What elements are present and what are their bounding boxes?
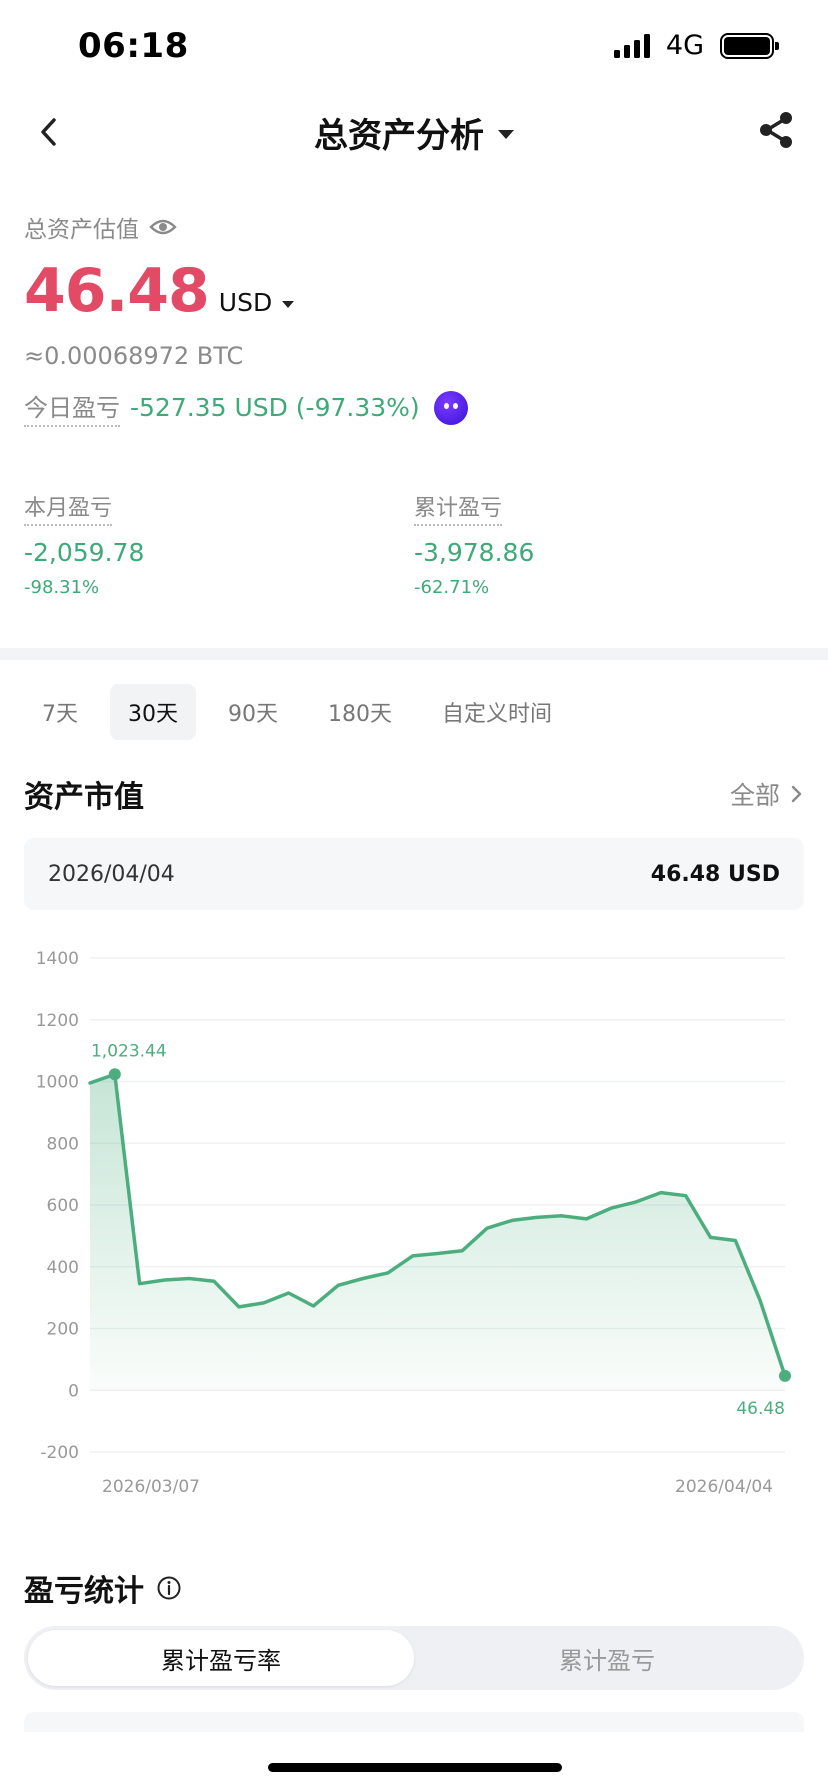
x-end-label: 2026/04/04 bbox=[675, 1477, 773, 1497]
data-label: 46.48 bbox=[736, 1399, 785, 1419]
y-tick-label: 600 bbox=[47, 1196, 79, 1216]
y-tick-label: 800 bbox=[47, 1134, 79, 1154]
data-label: 1,023.44 bbox=[91, 1041, 167, 1061]
share-button[interactable] bbox=[754, 108, 798, 152]
month-pnl-label[interactable]: 本月盈亏 bbox=[24, 490, 113, 526]
chart-area-fill bbox=[90, 1074, 785, 1391]
share-icon bbox=[760, 112, 792, 148]
asset-value-title: 资产市值 bbox=[24, 780, 144, 815]
y-tick-label: -200 bbox=[40, 1443, 79, 1463]
selected-value: 46.48 USD bbox=[650, 861, 780, 887]
chevron-right-icon bbox=[791, 785, 802, 803]
tab-30d[interactable]: 30天 bbox=[110, 684, 196, 740]
tab-7d[interactable]: 7天 bbox=[24, 684, 96, 740]
pnl-segmented-control: 累计盈亏率 累计盈亏 bbox=[24, 1626, 804, 1690]
tab-custom[interactable]: 自定义时间 bbox=[424, 684, 570, 740]
month-pnl-value: -2,059.78 bbox=[24, 538, 145, 567]
status-bar: 06:18 4G bbox=[0, 0, 828, 94]
mascot-icon[interactable] bbox=[433, 390, 468, 425]
currency-selector[interactable]: USD bbox=[218, 288, 295, 317]
seg-cumulative-rate[interactable]: 累计盈亏率 bbox=[28, 1630, 414, 1686]
pnl-stats-title: 盈亏统计 bbox=[24, 1574, 144, 1609]
nav-bar: 总资产分析 bbox=[0, 94, 828, 174]
info-icon[interactable] bbox=[156, 1575, 182, 1601]
asset-value-chart[interactable]: 1400 1200 1000 800 600 400 200 0 -200 1,023.44 46… bbox=[0, 930, 828, 1500]
y-tick-label: 0 bbox=[68, 1381, 79, 1401]
y-tick-label: 200 bbox=[47, 1320, 79, 1340]
view-all-link[interactable]: 全部 bbox=[730, 776, 804, 812]
title-dropdown[interactable]: 总资产分析 bbox=[0, 108, 828, 157]
signal-icon bbox=[613, 33, 650, 58]
network-type: 4G bbox=[665, 30, 704, 61]
today-pnl-value: -527.35 USD (-97.33%) bbox=[130, 393, 420, 422]
caret-down-icon bbox=[498, 130, 514, 139]
tab-90d[interactable]: 90天 bbox=[210, 684, 296, 740]
asset-overview: 总资产估值 46.48 USD ≈0.00068972 BTC 今日盈亏 -52… bbox=[24, 210, 804, 427]
y-tick-label: 1200 bbox=[36, 1011, 79, 1031]
total-pnl: 累计盈亏 -3,978.86 -62.71% bbox=[414, 490, 804, 598]
month-pnl-pct: -98.31% bbox=[24, 577, 100, 598]
total-pnl-value: -3,978.86 bbox=[414, 538, 535, 567]
y-tick-label: 400 bbox=[47, 1258, 79, 1278]
currency-label: USD bbox=[218, 288, 273, 317]
section-divider bbox=[0, 648, 828, 660]
pnl-stats: 本月盈亏 -2,059.78 -98.31% 累计盈亏 -3,978.86 -6… bbox=[24, 490, 804, 598]
asset-value-header: 资产市值 全部 bbox=[24, 772, 804, 816]
btc-equivalent: ≈0.00068972 BTC bbox=[24, 342, 244, 370]
next-card-peek bbox=[24, 1712, 804, 1732]
view-all-label: 全部 bbox=[729, 781, 780, 810]
eye-icon[interactable] bbox=[149, 217, 177, 237]
total-asset-value: 46.48 bbox=[24, 256, 210, 326]
month-pnl: 本月盈亏 -2,059.78 -98.31% bbox=[24, 490, 414, 598]
home-indicator[interactable] bbox=[268, 1763, 562, 1772]
selected-point-bar: 2026/04/04 46.48 USD bbox=[24, 838, 804, 910]
y-tick-label: 1400 bbox=[36, 949, 79, 969]
range-tabs: 7天 30天 90天 180天 自定义时间 bbox=[24, 684, 584, 740]
data-point bbox=[779, 1369, 791, 1382]
pnl-stats-header: 盈亏统计 bbox=[24, 1566, 182, 1610]
seg-cumulative-amount[interactable]: 累计盈亏 bbox=[414, 1630, 800, 1686]
total-pnl-label[interactable]: 累计盈亏 bbox=[414, 490, 503, 526]
status-time: 06:18 bbox=[78, 26, 189, 66]
x-start-label: 2026/03/07 bbox=[102, 1477, 200, 1497]
selected-date: 2026/04/04 bbox=[48, 861, 175, 887]
today-pnl-label[interactable]: 今日盈亏 bbox=[24, 388, 120, 427]
status-icons: 4G bbox=[613, 30, 779, 61]
total-pnl-pct: -62.71% bbox=[414, 577, 490, 598]
y-tick-label: 1000 bbox=[36, 1073, 79, 1093]
caret-down-icon bbox=[282, 300, 295, 308]
total-asset-label: 总资产估值 bbox=[24, 217, 139, 243]
data-point bbox=[108, 1068, 121, 1081]
battery-icon bbox=[720, 32, 779, 59]
tab-180d[interactable]: 180天 bbox=[310, 684, 410, 740]
page-title: 总资产分析 bbox=[314, 116, 484, 156]
